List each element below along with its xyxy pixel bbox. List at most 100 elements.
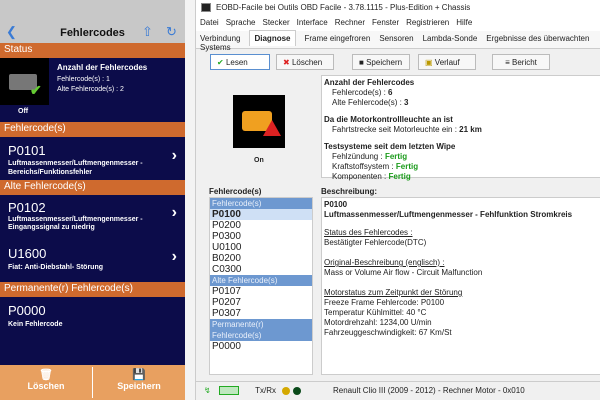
label: Alte Fehlercode(s) :	[332, 98, 405, 107]
desc: Fiat: Anti-Diebstahl- Störung	[8, 264, 104, 271]
motor-heading: Motorstatus zum Zeitpunkt der Störung	[324, 288, 463, 297]
desc: Luftmassenmesser/Luftmengenmesser -	[8, 160, 143, 167]
tab-diagnose[interactable]: Diagnose	[249, 30, 296, 46]
tx-indicator	[282, 386, 291, 395]
check-icon: ✔	[217, 58, 224, 67]
menu-hilfe[interactable]: Hilfe	[456, 18, 472, 27]
desc: Eingangssignal zu niedrig	[8, 224, 95, 231]
section-permanent: Permanente(r) Fehlercode(s)	[0, 282, 185, 297]
summary-heading: Anzahl der Fehlercodes	[324, 78, 415, 87]
test-row: Fehlzündung : Fertig	[324, 152, 598, 162]
section-fehlercodes: Fehlercode(s)	[0, 122, 185, 137]
menu-registrieren[interactable]: Registrieren	[406, 18, 449, 27]
lamp-status: On	[254, 157, 264, 164]
tab-lambda[interactable]: Lambda-Sonde	[423, 34, 478, 43]
engine-off-icon: ✔	[0, 58, 49, 105]
engine-warning-icon	[233, 95, 285, 148]
label: Fahrtstrecke seit Motorleuchte ein :	[332, 125, 460, 134]
value: 3	[404, 98, 409, 107]
usb-icon: ↯	[204, 386, 211, 395]
distance-row: Fahrtstrecke seit Motorleuchte ein : 21 …	[324, 125, 598, 135]
list-group-header: Permanente(r) Fehlercode(s)	[210, 319, 312, 341]
code-list[interactable]: Fehlercode(s) P0100 P0200 P0300 U0100 B0200 C0…	[209, 197, 313, 375]
rx-indicator	[292, 386, 301, 395]
tab-sensoren[interactable]: Sensoren	[379, 34, 413, 43]
menu-fenster[interactable]: Fenster	[372, 18, 399, 27]
code: U1600	[8, 246, 47, 261]
list-item[interactable]: P0102 Luftmassenmesser/Luftmengenmesser …	[0, 196, 185, 234]
list-item[interactable]: P0207	[210, 297, 312, 308]
list-item[interactable]: P0307	[210, 308, 312, 319]
codes-row: Fehlercode(s) : 6	[324, 88, 598, 98]
delete-label: Löschen	[291, 58, 323, 67]
list-item[interactable]: C0300	[210, 264, 312, 275]
old-codes-row: Alte Fehlercode(s) : 3	[324, 98, 598, 108]
menu-bar: Datei Sprache Stecker Interface Rechner Fenst…	[196, 16, 600, 31]
tab-verbindung[interactable]: Verbindung	[200, 34, 240, 43]
value: 6	[388, 88, 393, 97]
value: Fertig	[384, 152, 408, 161]
description-panel: P0100 Luftmassenmesser/Luftmengenmesser …	[321, 197, 600, 375]
list-item[interactable]: P0101 Luftmassenmesser/Luftmengenmesser …	[0, 137, 185, 179]
delete-label: Löschen	[27, 381, 65, 391]
connector-icon	[218, 386, 239, 396]
list-item[interactable]: P0300	[210, 231, 312, 242]
status-bar: ↯ Tx/Rx Renault Clio III (2009 - 2012) -…	[196, 381, 600, 400]
menu-sprache[interactable]: Sprache	[226, 18, 256, 27]
label: Kraftstoffsystem :	[332, 162, 396, 171]
code: P0102	[8, 200, 46, 215]
test-row: Kraftstoffsystem : Fertig	[324, 162, 598, 172]
share-icon[interactable]: ⇧	[142, 24, 153, 40]
list-item: P0000 Kein Fehlercode	[0, 298, 185, 338]
value: 21 km	[459, 125, 482, 134]
nav-bar: ❮ Fehlercodes ⇧ ↻	[0, 0, 185, 43]
floppy-icon: ■	[359, 58, 364, 67]
report-label: Bericht	[512, 58, 537, 67]
menu-interface[interactable]: Interface	[297, 18, 328, 27]
code: P0000	[8, 303, 46, 318]
x-icon: ✖	[283, 58, 290, 67]
vehicle-info: Renault Clio III (2009 - 2012) - Rechner…	[333, 386, 525, 395]
txrx-label: Tx/Rx	[255, 386, 277, 395]
menu-rechner[interactable]: Rechner	[335, 18, 365, 27]
list-item[interactable]: P0000	[210, 341, 312, 352]
desc: Bereichs/Funktionsfehler	[8, 169, 93, 176]
delete-button[interactable]: 🗑 Löschen	[0, 365, 92, 400]
refresh-icon[interactable]: ↻	[166, 24, 177, 40]
label: Fehlercode(s) :	[332, 88, 389, 97]
save-button[interactable]: 💾 Speichern	[93, 365, 185, 400]
status-old-codes: Alte Fehlercode(s) : 2	[57, 86, 124, 93]
summary-panel: Anzahl der Fehlercodes Fehlercode(s) : 6…	[321, 75, 600, 181]
read-button[interactable]: ✔ Lesen	[210, 54, 270, 70]
list-item[interactable]: P0107	[210, 286, 312, 297]
menu-stecker[interactable]: Stecker	[262, 18, 289, 27]
report-button[interactable]: ≡ Bericht	[492, 54, 550, 70]
list-item[interactable]: B0200	[210, 253, 312, 264]
title-bar: EOBD-Facile bei Outils OBD Facile - 3.78…	[196, 0, 600, 16]
desktop-window: EOBD-Facile bei Outils OBD Facile - 3.78…	[195, 0, 600, 400]
mobile-app: ❮ Fehlercodes ⇧ ↻ Status ✔ Off Anzahl de…	[0, 0, 195, 400]
history-label: Verlauf	[434, 58, 460, 67]
chevron-right-icon: ›	[171, 248, 177, 265]
window-title: EOBD-Facile bei Outils OBD Facile - 3.78…	[216, 3, 471, 12]
desc: Kein Fehlercode	[8, 321, 63, 328]
desc-code: P0100	[324, 200, 348, 209]
list-item[interactable]: U0100	[210, 242, 312, 253]
list-item[interactable]: P0100	[210, 209, 312, 220]
original-text: Mass or Volume Air flow - Circuit Malfun…	[324, 268, 483, 277]
list-item[interactable]: U1600 Fiat: Anti-Diebstahl- Störung ›	[0, 244, 185, 278]
bottom-toolbar: 🗑 Löschen 💾 Speichern	[0, 365, 185, 400]
list-icon: ≡	[505, 58, 510, 67]
history-button[interactable]: ▣ Verlauf	[418, 54, 476, 70]
chevron-right-icon: ›	[171, 204, 177, 221]
list-item[interactable]: P0200	[210, 220, 312, 231]
mil-heading: Da die Motorkontrollleuchte an ist	[324, 115, 453, 124]
tests-heading: Testsysteme seit dem letzten Wipe	[324, 142, 456, 151]
desc-title: Luftmassenmesser/Luftmengenmesser - Fehl…	[324, 210, 573, 219]
status-title: Anzahl der Fehlercodes	[57, 63, 148, 72]
save-button[interactable]: ■ Speichern	[352, 54, 410, 70]
status-heading: Status des Fehlercodes :	[324, 228, 413, 237]
delete-button[interactable]: ✖ Löschen	[276, 54, 334, 70]
menu-datei[interactable]: Datei	[200, 18, 219, 27]
tab-frame[interactable]: Frame eingefroren	[305, 34, 371, 43]
